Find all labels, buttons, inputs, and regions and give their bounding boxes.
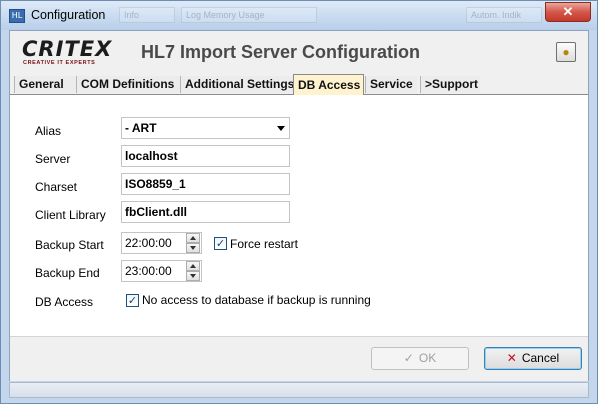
cancel-label: Cancel: [521, 351, 560, 365]
charset-label: Charset: [35, 180, 78, 194]
window-title: Configuration: [31, 8, 106, 22]
page-title: HL7 Import Server Configuration: [141, 42, 421, 62]
alias-value: - ART: [125, 121, 157, 135]
spin-up-button[interactable]: [186, 261, 200, 271]
tab-general[interactable]: General: [14, 76, 76, 93]
ok-button[interactable]: ✓ OK: [371, 347, 469, 370]
title-bar[interactable]: HL Configuration Info Log Memory Usage A…: [1, 1, 597, 30]
help-button[interactable]: ●: [556, 42, 576, 62]
backup-end-label: Backup End: [35, 266, 100, 280]
dialog-client: CRITEX CREATIVE IT EXPERTS HL7 Import Se…: [9, 30, 589, 381]
db-access-label: DB Access: [35, 295, 94, 309]
red-x-icon: ✕: [506, 351, 517, 365]
tab-db-access[interactable]: DB Access: [293, 74, 364, 95]
status-bar: [9, 382, 589, 398]
ok-label: OK: [418, 351, 437, 365]
spin-buttons: [186, 233, 201, 253]
alias-label: Alias: [35, 124, 62, 138]
spin-down-button[interactable]: [186, 271, 200, 281]
spin-buttons: [186, 261, 201, 281]
tab-strip: General COM Definitions Additional Setti…: [10, 74, 588, 95]
tab-com-definitions[interactable]: COM Definitions: [76, 76, 180, 93]
checkmark-icon: ✓: [403, 351, 414, 365]
tab-service[interactable]: Service: [365, 76, 417, 93]
header: CRITEX CREATIVE IT EXPERTS HL7 Import Se…: [10, 31, 588, 75]
logo-main-text: CRITEX: [22, 37, 113, 61]
tab-additional-settings[interactable]: Additional Settings: [180, 76, 294, 93]
server-input[interactable]: localhost: [121, 145, 290, 167]
spin-down-button[interactable]: [186, 243, 200, 253]
alias-select[interactable]: - ART: [121, 117, 290, 139]
client-library-input[interactable]: fbClient.dll: [121, 201, 290, 223]
backup-start-spinner[interactable]: 22:00:00: [121, 232, 202, 254]
chevron-down-icon: [277, 126, 285, 131]
force-restart-checkbox[interactable]: ✓: [214, 237, 227, 250]
charset-input[interactable]: ISO8859_1: [121, 173, 290, 195]
backup-end-spinner[interactable]: 23:00:00: [121, 260, 202, 282]
backup-start-label: Backup Start: [35, 238, 104, 252]
background-ghost-1: Info: [119, 7, 175, 23]
no-access-label[interactable]: No access to database if backup is runni…: [142, 293, 371, 307]
cancel-button[interactable]: ✕ Cancel: [484, 347, 582, 370]
app-icon: HL: [9, 9, 25, 23]
logo-tagline: CREATIVE IT EXPERTS: [23, 60, 96, 66]
spin-up-button[interactable]: [186, 233, 200, 243]
client-library-label: Client Library: [35, 208, 106, 222]
tab-support[interactable]: >Support: [420, 76, 480, 93]
force-restart-label[interactable]: Force restart: [230, 237, 298, 251]
configuration-window: HL Configuration Info Log Memory Usage A…: [0, 0, 598, 404]
server-label: Server: [35, 152, 71, 166]
help-book-icon: ●: [562, 45, 570, 59]
button-bar: ✓ OK ✕ Cancel: [10, 336, 588, 381]
background-ghost-2: Log Memory Usage: [181, 7, 317, 23]
backup-start-value: 22:00:00: [125, 236, 172, 250]
critex-logo: CRITEX CREATIVE IT EXPERTS: [22, 37, 122, 67]
no-access-checkbox[interactable]: ✓: [126, 294, 139, 307]
db-access-panel: Alias - ART Server localhost Charset ISO…: [10, 95, 588, 336]
background-ghost-3: Autom. Indik: [466, 7, 542, 23]
backup-end-value: 23:00:00: [125, 264, 172, 278]
close-button[interactable]: ✕: [545, 2, 591, 22]
